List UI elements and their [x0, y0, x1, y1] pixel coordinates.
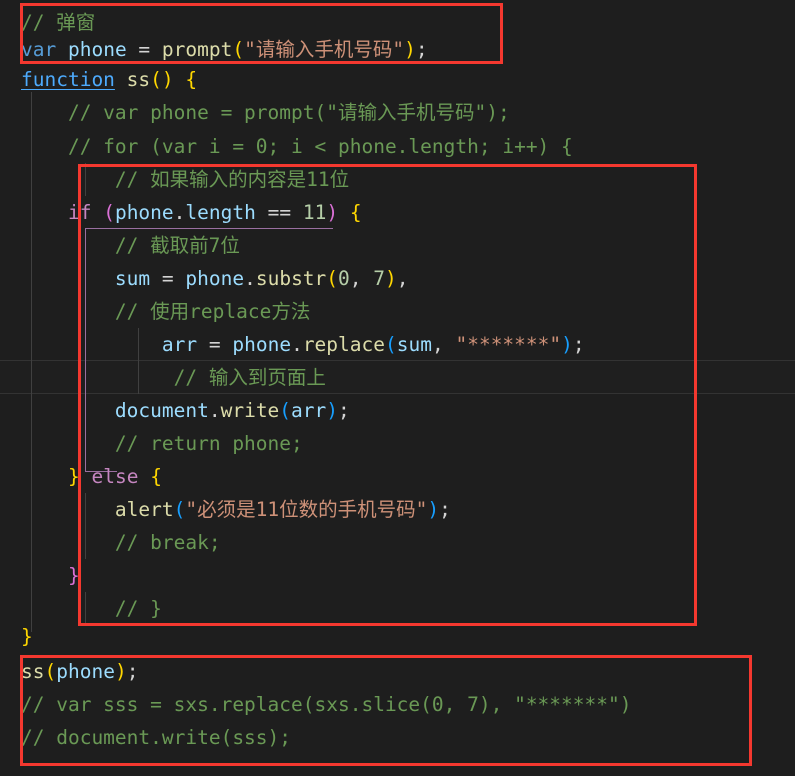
code-line-14[interactable]: // return phone;: [0, 427, 795, 460]
code-line-13[interactable]: document.write(arr);: [0, 394, 795, 427]
token-function-keyword[interactable]: function: [21, 68, 115, 91]
code-editor[interactable]: // 弹窗 var phone = prompt("请输入手机号码"); fun…: [0, 0, 795, 776]
code-line-23[interactable]: // document.write(sss);: [0, 721, 795, 754]
code-line-12[interactable]: // 输入到页面上: [0, 361, 795, 394]
code-line-17[interactable]: // break;: [0, 526, 795, 559]
code-line-16[interactable]: alert("必须是11位数的手机号码");: [0, 493, 795, 526]
code-line-11[interactable]: arr = phone.replace(sum, "*******");: [0, 328, 795, 361]
code-line-8[interactable]: // 截取前7位: [0, 229, 795, 262]
code-line-9[interactable]: sum = phone.substr(0, 7),: [0, 262, 795, 295]
code-line-22[interactable]: // var sss = sxs.replace(sxs.slice(0, 7)…: [0, 688, 795, 721]
token-comment: // 弹窗: [21, 11, 96, 34]
code-line-7[interactable]: if (phone.length == 11) {: [0, 196, 795, 229]
code-lines-container[interactable]: // 弹窗 var phone = prompt("请输入手机号码"); fun…: [0, 0, 795, 776]
code-line-20[interactable]: }: [0, 620, 795, 653]
code-line-10[interactable]: // 使用replace方法: [0, 295, 795, 328]
code-line-21[interactable]: ss(phone);: [0, 655, 795, 688]
code-line-2[interactable]: var phone = prompt("请输入手机号码");: [0, 33, 795, 66]
code-line-3[interactable]: function ss() {: [0, 63, 795, 96]
code-line-18[interactable]: }: [0, 559, 795, 592]
code-line-15[interactable]: } else {: [0, 460, 795, 493]
code-line-5[interactable]: // for (var i = 0; i < phone.length; i++…: [0, 130, 795, 163]
code-line-6[interactable]: // 如果输入的内容是11位: [0, 163, 795, 196]
code-line-4[interactable]: // var phone = prompt("请输入手机号码");: [0, 96, 795, 129]
